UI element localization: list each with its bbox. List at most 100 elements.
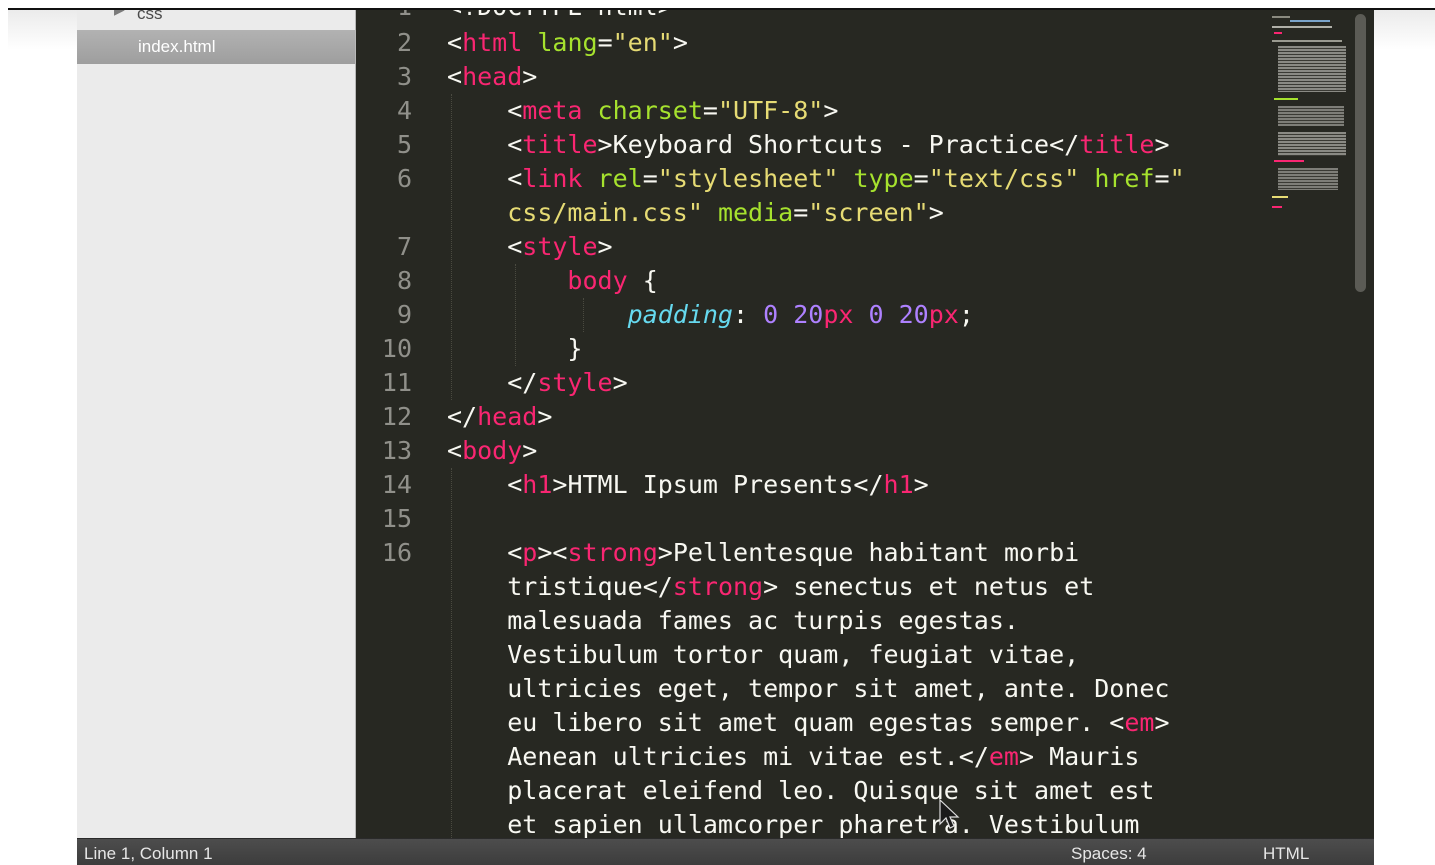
title-tag-open: title — [522, 130, 598, 159]
href-attr: href — [1094, 164, 1155, 193]
minimap-block — [1278, 168, 1338, 190]
paragraph-text: et sapien ullamcorper pharetra. Vestibul… — [507, 810, 1140, 839]
strong-tag-open: strong — [567, 538, 658, 567]
h1-tag-close: h1 — [883, 470, 914, 499]
code-editor[interactable]: <!DOCTYPE html> <html lang="en"> <head> … — [447, 10, 1347, 839]
paragraph-text: Pellentesque habitant morbi — [672, 538, 1080, 567]
style-tag-close: style — [537, 368, 613, 397]
line-number: 13 — [381, 436, 412, 465]
line-number: 2 — [396, 28, 412, 57]
code-line-16-wrap: Vestibulum tortor quam, feugiat vitae, — [447, 638, 1079, 672]
code-line-2: <html lang="en"> — [447, 28, 688, 57]
minimap-line — [1290, 20, 1330, 22]
lang-value: "en" — [612, 28, 673, 57]
html-tag: html — [462, 28, 523, 57]
head-tag: head — [462, 62, 523, 91]
media-attr: media — [717, 198, 794, 227]
body-tag: body — [462, 436, 523, 465]
code-line-8: body { — [447, 264, 657, 298]
rel-attr: rel — [597, 164, 643, 193]
p-tag: p — [522, 538, 538, 567]
code-line-4: <meta charset="UTF-8"> — [447, 96, 839, 125]
charset-attr: charset — [597, 96, 703, 125]
paragraph-text: ultricies eget, tempor sit amet, ante. D… — [507, 674, 1170, 703]
status-bar: Line 1, Column 1 Spaces: 4 HTML — [77, 838, 1374, 865]
line-number: 16 — [381, 538, 412, 567]
syntax-mode[interactable]: HTML — [1263, 839, 1309, 865]
line-number: 1 — [356, 10, 412, 24]
minimap-block — [1278, 46, 1346, 92]
code-line-14: <h1>HTML Ipsum Presents</h1> — [447, 470, 929, 499]
minimap-line — [1272, 196, 1288, 198]
em-tag-close: em — [988, 742, 1019, 771]
code-line-1: <!DOCTYPE html> — [447, 10, 673, 24]
line-number: 7 — [396, 232, 412, 261]
code-line-16-wrap: placerat eleifend leo. Quisque sit amet … — [447, 774, 1154, 808]
href-value-start: " — [1169, 164, 1185, 193]
meta-tag: meta — [522, 96, 583, 125]
line-number: 9 — [396, 300, 412, 329]
em-tag-open: em — [1124, 708, 1155, 737]
line-number: 10 — [381, 334, 412, 363]
css-number: 0 — [763, 300, 779, 329]
code-line-10: } — [447, 332, 582, 366]
minimap-line — [1272, 40, 1342, 42]
brace-close: } — [567, 334, 583, 363]
line-number: 14 — [381, 470, 412, 499]
code-line-5: <title>Keyboard Shortcuts - Practice</ti… — [447, 130, 1170, 159]
code-line-16-wrap: ultricies eget, tempor sit amet, ante. D… — [447, 672, 1169, 706]
code-line-6-wrap: css/main.css" media="screen"> — [507, 198, 944, 227]
vertical-scrollbar[interactable] — [1355, 14, 1366, 292]
line-number: 4 — [396, 96, 412, 125]
css-unit: px — [928, 300, 959, 329]
line-number: 5 — [396, 130, 412, 159]
charset-value: "UTF-8" — [717, 96, 824, 125]
code-line-12: </head> — [447, 402, 553, 431]
mouse-cursor-icon — [939, 798, 960, 829]
editor-window: ▶ css index.html 1 2 3 4 5 6 7 8 9 10 11… — [77, 10, 1374, 865]
minimap-line — [1274, 32, 1282, 34]
code-line-6: <link rel="stylesheet" type="text/css" h… — [447, 164, 1185, 193]
css-selector-body: body — [567, 266, 628, 295]
title-text: Keyboard Shortcuts - Practice — [612, 130, 1050, 159]
line-number: 15 — [381, 504, 412, 533]
indentation-setting[interactable]: Spaces: 4 — [1071, 839, 1147, 865]
disclosure-triangle-icon[interactable]: ▶ — [114, 10, 125, 18]
line-number-gutter: 1 2 3 4 5 6 7 8 9 10 11 12 13 14 15 16 — [356, 10, 434, 838]
minimap-block — [1278, 132, 1346, 156]
minimap-line — [1274, 160, 1304, 162]
style-tag-open: style — [522, 232, 598, 261]
minimap[interactable] — [1270, 10, 1350, 222]
sidebar-file-label: index.html — [138, 37, 216, 56]
type-value: "text/css" — [928, 164, 1080, 193]
title-tag-close: title — [1079, 130, 1155, 159]
code-line-11: </style> — [447, 368, 628, 397]
h1-tag-open: h1 — [522, 470, 553, 499]
paragraph-text: malesuada fames ac turpis egestas. — [507, 606, 1019, 635]
code-line-9: padding: 0 20px 0 20px; — [627, 300, 974, 329]
line-number: 6 — [396, 164, 412, 193]
line-number: 3 — [396, 62, 412, 91]
css-unit: px — [823, 300, 854, 329]
paragraph-text: eu libero sit amet quam egestas semper. — [507, 708, 1110, 737]
head-tag-close: head — [477, 402, 538, 431]
paragraph-text: Aenean ultricies mi vitae est. — [507, 742, 959, 771]
line-number: 8 — [396, 266, 412, 295]
css-number: 0 — [868, 300, 884, 329]
sidebar-folder-label: css — [137, 10, 163, 23]
paragraph-text: Mauris — [1034, 742, 1140, 771]
minimap-line — [1272, 26, 1332, 28]
css-property-padding: padding — [627, 300, 733, 329]
code-line-7: <style> — [447, 232, 613, 261]
code-line-16-wrap: et sapien ullamcorper pharetra. Vestibul… — [447, 808, 1139, 842]
line-number: 11 — [381, 368, 412, 397]
strong-tag-close: strong — [672, 572, 764, 601]
cursor-position[interactable]: Line 1, Column 1 — [84, 839, 213, 865]
code-line-16-wrap: malesuada fames ac turpis egestas. — [447, 604, 1019, 638]
paragraph-text: Vestibulum tortor quam, feugiat vitae, — [507, 640, 1080, 669]
minimap-line — [1274, 98, 1298, 100]
file-sidebar: ▶ css index.html — [77, 10, 356, 838]
link-tag: link — [522, 164, 583, 193]
sidebar-file-index-html[interactable]: index.html — [77, 30, 355, 64]
minimap-line — [1272, 206, 1282, 208]
